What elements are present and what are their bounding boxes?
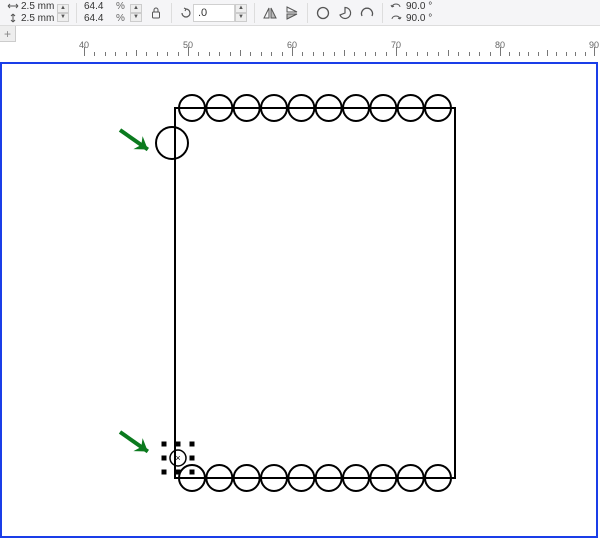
selection-handle[interactable] <box>162 470 167 475</box>
width-value: 2.5 mm <box>21 1 54 12</box>
frame-rectangle[interactable] <box>175 108 455 478</box>
selection-handle[interactable] <box>190 442 195 447</box>
separator <box>76 3 77 23</box>
add-page-tab[interactable]: + <box>0 26 16 42</box>
selection-handle[interactable] <box>162 442 167 447</box>
drawing-surface[interactable]: × <box>0 60 600 540</box>
mirror-vertical-button[interactable] <box>281 2 303 24</box>
lock-ratio-button[interactable] <box>145 2 167 24</box>
selection-handle[interactable] <box>190 470 195 475</box>
rotation-field[interactable]: .0 <box>193 4 235 22</box>
height-field[interactable]: 2.5 mm <box>7 13 57 25</box>
selection-handle[interactable] <box>176 442 181 447</box>
scale-spinner[interactable]: ▲ ▼ <box>130 4 142 22</box>
annotation-arrow <box>115 425 152 458</box>
left-circle[interactable] <box>156 127 188 159</box>
spinner-down[interactable]: ▼ <box>130 13 142 22</box>
spinner-up[interactable]: ▲ <box>130 4 142 13</box>
percent-unit: % <box>116 13 130 25</box>
selection-center: × <box>175 453 180 463</box>
arc-angles-group: 90.0 ° 90.0 ° <box>387 2 435 24</box>
scale-y-value[interactable]: 64.4 <box>84 13 116 25</box>
separator <box>307 3 308 23</box>
rotate-start-icon <box>390 2 404 12</box>
separator <box>171 3 172 23</box>
rotation-spinner[interactable]: ▲ ▼ <box>235 4 247 22</box>
height-icon <box>7 13 19 23</box>
arc-button[interactable] <box>356 2 378 24</box>
rotation-icon <box>179 7 193 19</box>
spinner-down[interactable]: ▼ <box>235 13 247 22</box>
spinner-up[interactable]: ▲ <box>235 4 247 13</box>
start-angle-value[interactable]: 90.0 ° <box>404 1 432 13</box>
rotate-end-icon <box>390 14 404 24</box>
canvas[interactable]: × <box>0 60 600 540</box>
separator <box>254 3 255 23</box>
selection-handle[interactable] <box>162 456 167 461</box>
width-field[interactable]: 2.5 mm <box>7 1 57 13</box>
size-spinner[interactable]: ▲ ▼ <box>57 4 69 22</box>
object-size-group: 2.5 mm 2.5 mm ▲ ▼ <box>4 2 72 24</box>
pie-button[interactable] <box>334 2 356 24</box>
width-icon <box>7 1 19 11</box>
annotation-arrow <box>115 123 152 156</box>
spinner-down[interactable]: ▼ <box>57 13 69 22</box>
percent-unit: % <box>116 1 130 13</box>
scale-group: 64.4 % 64.4 % ▲ ▼ <box>81 2 145 24</box>
height-value: 2.5 mm <box>21 13 54 24</box>
selection-handle[interactable] <box>190 456 195 461</box>
ellipse-button[interactable] <box>312 2 334 24</box>
property-bar: 2.5 mm 2.5 mm ▲ ▼ 64.4 % <box>0 0 600 26</box>
end-angle-value[interactable]: 90.0 ° <box>404 13 432 25</box>
selection-handle[interactable] <box>176 470 181 475</box>
separator <box>382 3 383 23</box>
rotation-group: .0 ▲ ▼ <box>176 2 250 24</box>
scale-x-value[interactable]: 64.4 <box>84 1 116 13</box>
ruler-horizontal[interactable]: 405060708090 <box>0 40 600 60</box>
mirror-horizontal-button[interactable] <box>259 2 281 24</box>
spinner-up[interactable]: ▲ <box>57 4 69 13</box>
